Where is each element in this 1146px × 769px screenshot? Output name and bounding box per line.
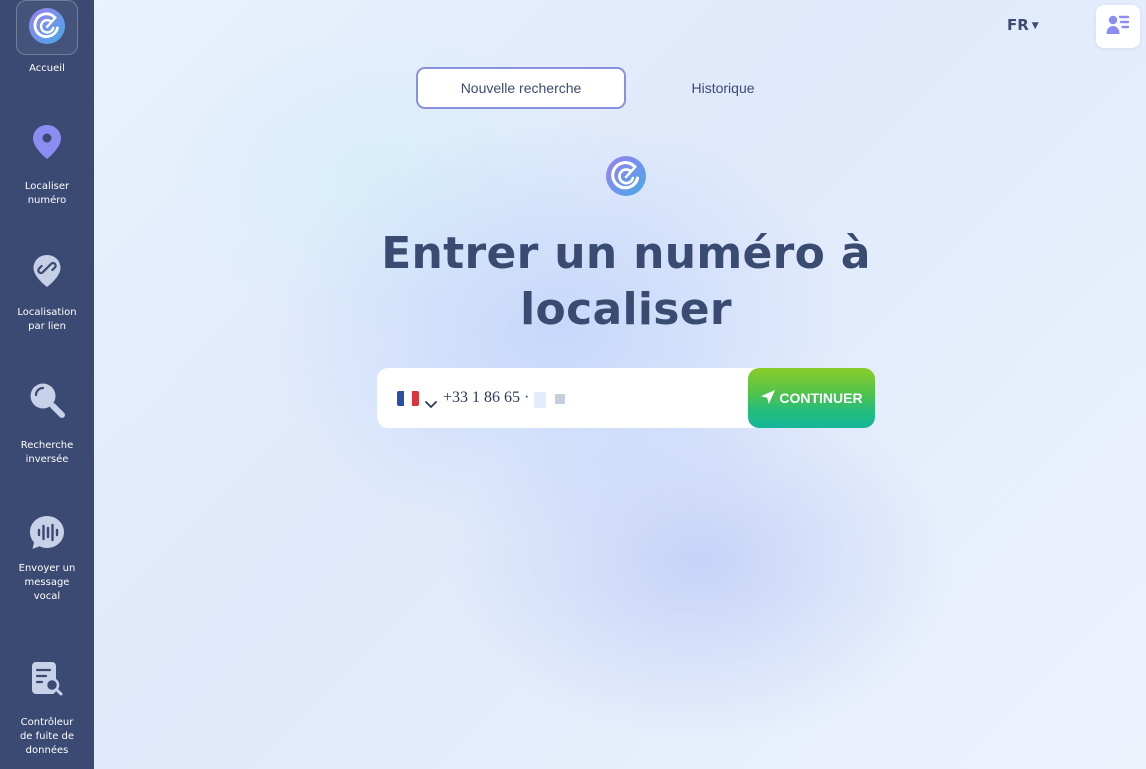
- phone-input[interactable]: [443, 386, 743, 410]
- language-label: FR: [1007, 16, 1029, 34]
- user-list-icon: [1105, 12, 1131, 42]
- tab-historique[interactable]: Historique: [640, 67, 806, 109]
- radar-logo-icon: [28, 7, 66, 49]
- sidebar-item-label: Localiser numéro: [24, 181, 70, 206]
- sidebar: Accueil Localiser numéro Localisation pa…: [0, 0, 94, 769]
- radar-logo-icon: [605, 155, 647, 197]
- home-icon-box: [16, 0, 78, 55]
- tab-nouvelle-recherche[interactable]: Nouvelle recherche: [416, 67, 626, 109]
- continue-button[interactable]: CONTINUER: [748, 368, 875, 428]
- link-pin-icon: [32, 254, 62, 292]
- sidebar-item-label: Contrôleur de fuite de données: [19, 717, 75, 756]
- voice-message-icon: [28, 514, 66, 556]
- page-title: Entrer un numéro à localiser: [381, 228, 871, 335]
- sidebar-item-message-vocal[interactable]: Envoyer un message vocal: [0, 514, 94, 604]
- sidebar-item-localisation-lien[interactable]: Localisation par lien: [0, 254, 94, 334]
- france-flag-icon[interactable]: [397, 391, 419, 406]
- sidebar-item-recherche-inversee[interactable]: Recherche inversée: [0, 380, 94, 467]
- sidebar-item-label: Recherche inversée: [20, 440, 74, 465]
- sidebar-item-localiser-numero[interactable]: Localiser numéro: [0, 124, 94, 208]
- send-arrow-icon: [760, 389, 776, 408]
- sidebar-item-label: Localisation par lien: [17, 307, 77, 332]
- document-search-icon: [29, 660, 65, 702]
- continue-label: CONTINUER: [779, 390, 863, 406]
- redacted-digit: [534, 392, 546, 408]
- profile-button[interactable]: [1096, 5, 1140, 48]
- chevron-down-icon[interactable]: [425, 394, 437, 413]
- sidebar-item-controleur-fuite[interactable]: Contrôleur de fuite de données: [0, 660, 94, 758]
- sidebar-item-label: Accueil: [29, 63, 65, 74]
- location-pin-icon: [31, 124, 63, 164]
- caret-down-icon: ▼: [1031, 21, 1039, 31]
- magnifier-icon: [27, 380, 67, 424]
- language-selector[interactable]: FR ▼: [1007, 16, 1039, 34]
- redacted-digit: [555, 394, 565, 404]
- sidebar-item-label: Envoyer un message vocal: [18, 563, 76, 602]
- sidebar-item-accueil[interactable]: Accueil: [0, 0, 94, 76]
